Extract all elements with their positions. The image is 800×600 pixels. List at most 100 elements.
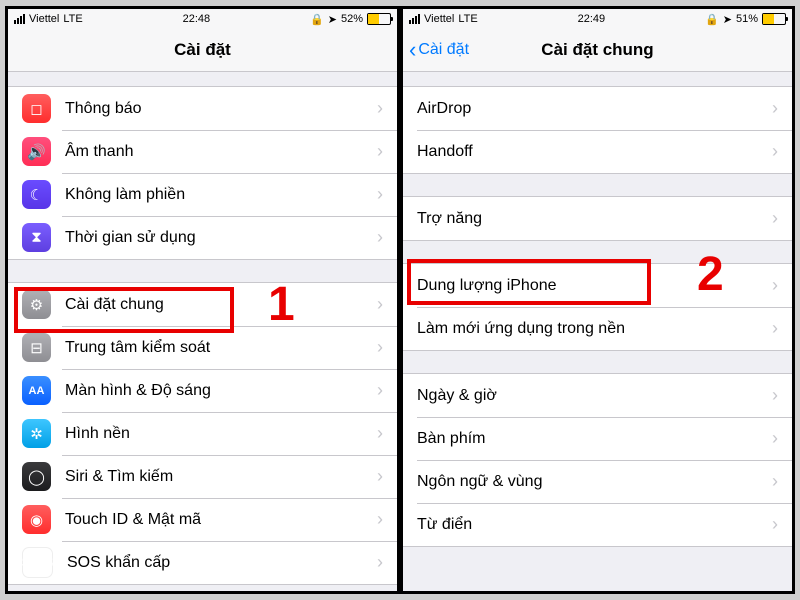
row-dung-luong-iphone[interactable]: Dung lượng iPhone ›	[403, 264, 792, 307]
row-siri-tim-kiem[interactable]: ◯ Siri & Tìm kiếm ›	[8, 455, 397, 498]
row-label: Thông báo	[65, 100, 377, 118]
row-ban-phim[interactable]: Bàn phím ›	[403, 417, 792, 460]
group-storage: Dung lượng iPhone › Làm mới ứng dụng tro…	[403, 263, 792, 351]
row-khong-lam-phien[interactable]: ☾ Không làm phiền ›	[8, 173, 397, 216]
back-label: Cài đặt	[418, 41, 469, 59]
notification-icon: ◻	[22, 94, 51, 123]
network-label: LTE	[458, 13, 477, 25]
row-label: Ngày & giờ	[417, 387, 772, 405]
chevron-right-icon: ›	[772, 208, 778, 229]
row-label: Trợ năng	[417, 210, 772, 228]
row-thoi-gian-su-dung[interactable]: ⧗ Thời gian sử dụng ›	[8, 216, 397, 259]
chevron-right-icon: ›	[377, 98, 383, 119]
comparison-frame: Viettel LTE 22:48 🔒 ➤ 52% Cài đặt ◻ Thôn…	[5, 6, 795, 594]
chevron-right-icon: ›	[772, 385, 778, 406]
row-sos-khan-cap[interactable]: SOS SOS khẩn cấp ›	[8, 541, 397, 584]
row-thong-bao[interactable]: ◻ Thông báo ›	[8, 87, 397, 130]
back-button[interactable]: ‹ Cài đặt	[409, 39, 469, 61]
battery-icon	[367, 13, 391, 25]
status-left: Viettel LTE	[14, 13, 83, 25]
chevron-right-icon: ›	[377, 337, 383, 358]
page-title: Cài đặt chung	[541, 40, 653, 60]
chevron-right-icon: ›	[377, 552, 383, 573]
siri-icon: ◯	[22, 462, 51, 491]
lock-icon: 🔒	[705, 13, 719, 26]
row-label: Từ điển	[417, 516, 772, 534]
row-label: Cài đặt chung	[65, 296, 377, 314]
row-airdrop[interactable]: AirDrop ›	[403, 87, 792, 130]
chevron-right-icon: ›	[377, 380, 383, 401]
row-label: Touch ID & Mật mã	[65, 511, 377, 529]
phone-right: Viettel LTE 22:49 🔒 ➤ 51% ‹ Cài đặt Cài …	[403, 9, 792, 591]
group-locale: Ngày & giờ › Bàn phím › Ngôn ngữ & vùng …	[403, 373, 792, 547]
chevron-right-icon: ›	[377, 509, 383, 530]
chevron-right-icon: ›	[377, 141, 383, 162]
status-right: 🔒 ➤ 51%	[705, 13, 786, 26]
row-ngon-ngu-vung[interactable]: Ngôn ngữ & vùng ›	[403, 460, 792, 503]
chevron-right-icon: ›	[772, 98, 778, 119]
chevron-right-icon: ›	[377, 227, 383, 248]
row-handoff[interactable]: Handoff ›	[403, 130, 792, 173]
dnd-icon: ☾	[22, 180, 51, 209]
clock-label: 22:49	[578, 13, 606, 25]
row-lam-moi-ung-dung[interactable]: Làm mới ứng dụng trong nền ›	[403, 307, 792, 350]
chevron-right-icon: ›	[772, 275, 778, 296]
row-label: AirDrop	[417, 100, 772, 118]
group-system: ⚙ Cài đặt chung › ⊟ Trung tâm kiểm soát …	[8, 282, 397, 585]
group-connectivity: AirDrop › Handoff ›	[403, 86, 792, 174]
clock-label: 22:48	[183, 13, 211, 25]
lock-icon: 🔒	[310, 13, 324, 26]
row-label: Trung tâm kiểm soát	[65, 339, 377, 357]
row-trung-tam-kiem-soat[interactable]: ⊟ Trung tâm kiểm soát ›	[8, 326, 397, 369]
network-label: LTE	[63, 13, 82, 25]
sos-icon: SOS	[22, 547, 53, 578]
row-cai-dat-chung[interactable]: ⚙ Cài đặt chung ›	[8, 283, 397, 326]
status-bar: Viettel LTE 22:49 🔒 ➤ 51%	[403, 9, 792, 29]
row-label: SOS khẩn cấp	[67, 554, 377, 572]
group-notifications: ◻ Thông báo › 🔊 Âm thanh › ☾ Không làm p…	[8, 86, 397, 260]
row-label: Handoff	[417, 143, 772, 161]
row-tu-dien[interactable]: Từ điển ›	[403, 503, 792, 546]
row-label: Bàn phím	[417, 430, 772, 448]
row-label: Không làm phiền	[65, 186, 377, 204]
location-icon: ➤	[723, 13, 732, 26]
carrier-label: Viettel	[424, 13, 454, 25]
signal-icon	[409, 14, 420, 24]
wallpaper-icon: ✲	[22, 419, 51, 448]
nav-header: ‹ Cài đặt Cài đặt chung	[403, 29, 792, 72]
row-tro-nang[interactable]: Trợ năng ›	[403, 197, 792, 240]
row-touch-id-mat-ma[interactable]: ◉ Touch ID & Mật mã ›	[8, 498, 397, 541]
row-label: Hình nền	[65, 425, 377, 443]
settings-list[interactable]: ◻ Thông báo › 🔊 Âm thanh › ☾ Không làm p…	[8, 72, 397, 591]
chevron-right-icon: ›	[377, 466, 383, 487]
status-right: 🔒 ➤ 52%	[310, 13, 391, 26]
location-icon: ➤	[328, 13, 337, 26]
general-list[interactable]: AirDrop › Handoff › Trợ năng › Dung lượn…	[403, 72, 792, 591]
row-ngay-gio[interactable]: Ngày & giờ ›	[403, 374, 792, 417]
sound-icon: 🔊	[22, 137, 51, 166]
row-label: Dung lượng iPhone	[417, 277, 772, 295]
row-label: Màn hình & Độ sáng	[65, 382, 377, 400]
control-center-icon: ⊟	[22, 333, 51, 362]
display-icon: AA	[22, 376, 51, 405]
carrier-label: Viettel	[29, 13, 59, 25]
group-accessibility: Trợ năng ›	[403, 196, 792, 241]
chevron-right-icon: ›	[772, 514, 778, 535]
row-label: Siri & Tìm kiếm	[65, 468, 377, 486]
row-label: Làm mới ứng dụng trong nền	[417, 320, 772, 338]
row-label: Âm thanh	[65, 143, 377, 161]
chevron-right-icon: ›	[772, 471, 778, 492]
nav-header: Cài đặt	[8, 29, 397, 72]
chevron-right-icon: ›	[377, 294, 383, 315]
row-am-thanh[interactable]: 🔊 Âm thanh ›	[8, 130, 397, 173]
phone-left: Viettel LTE 22:48 🔒 ➤ 52% Cài đặt ◻ Thôn…	[8, 9, 397, 591]
row-label: Ngôn ngữ & vùng	[417, 473, 772, 491]
signal-icon	[14, 14, 25, 24]
status-bar: Viettel LTE 22:48 🔒 ➤ 52%	[8, 9, 397, 29]
row-man-hinh-do-sang[interactable]: AA Màn hình & Độ sáng ›	[8, 369, 397, 412]
chevron-right-icon: ›	[377, 184, 383, 205]
battery-pct: 52%	[341, 13, 363, 25]
chevron-right-icon: ›	[377, 423, 383, 444]
row-hinh-nen[interactable]: ✲ Hình nền ›	[8, 412, 397, 455]
hourglass-icon: ⧗	[22, 223, 51, 252]
